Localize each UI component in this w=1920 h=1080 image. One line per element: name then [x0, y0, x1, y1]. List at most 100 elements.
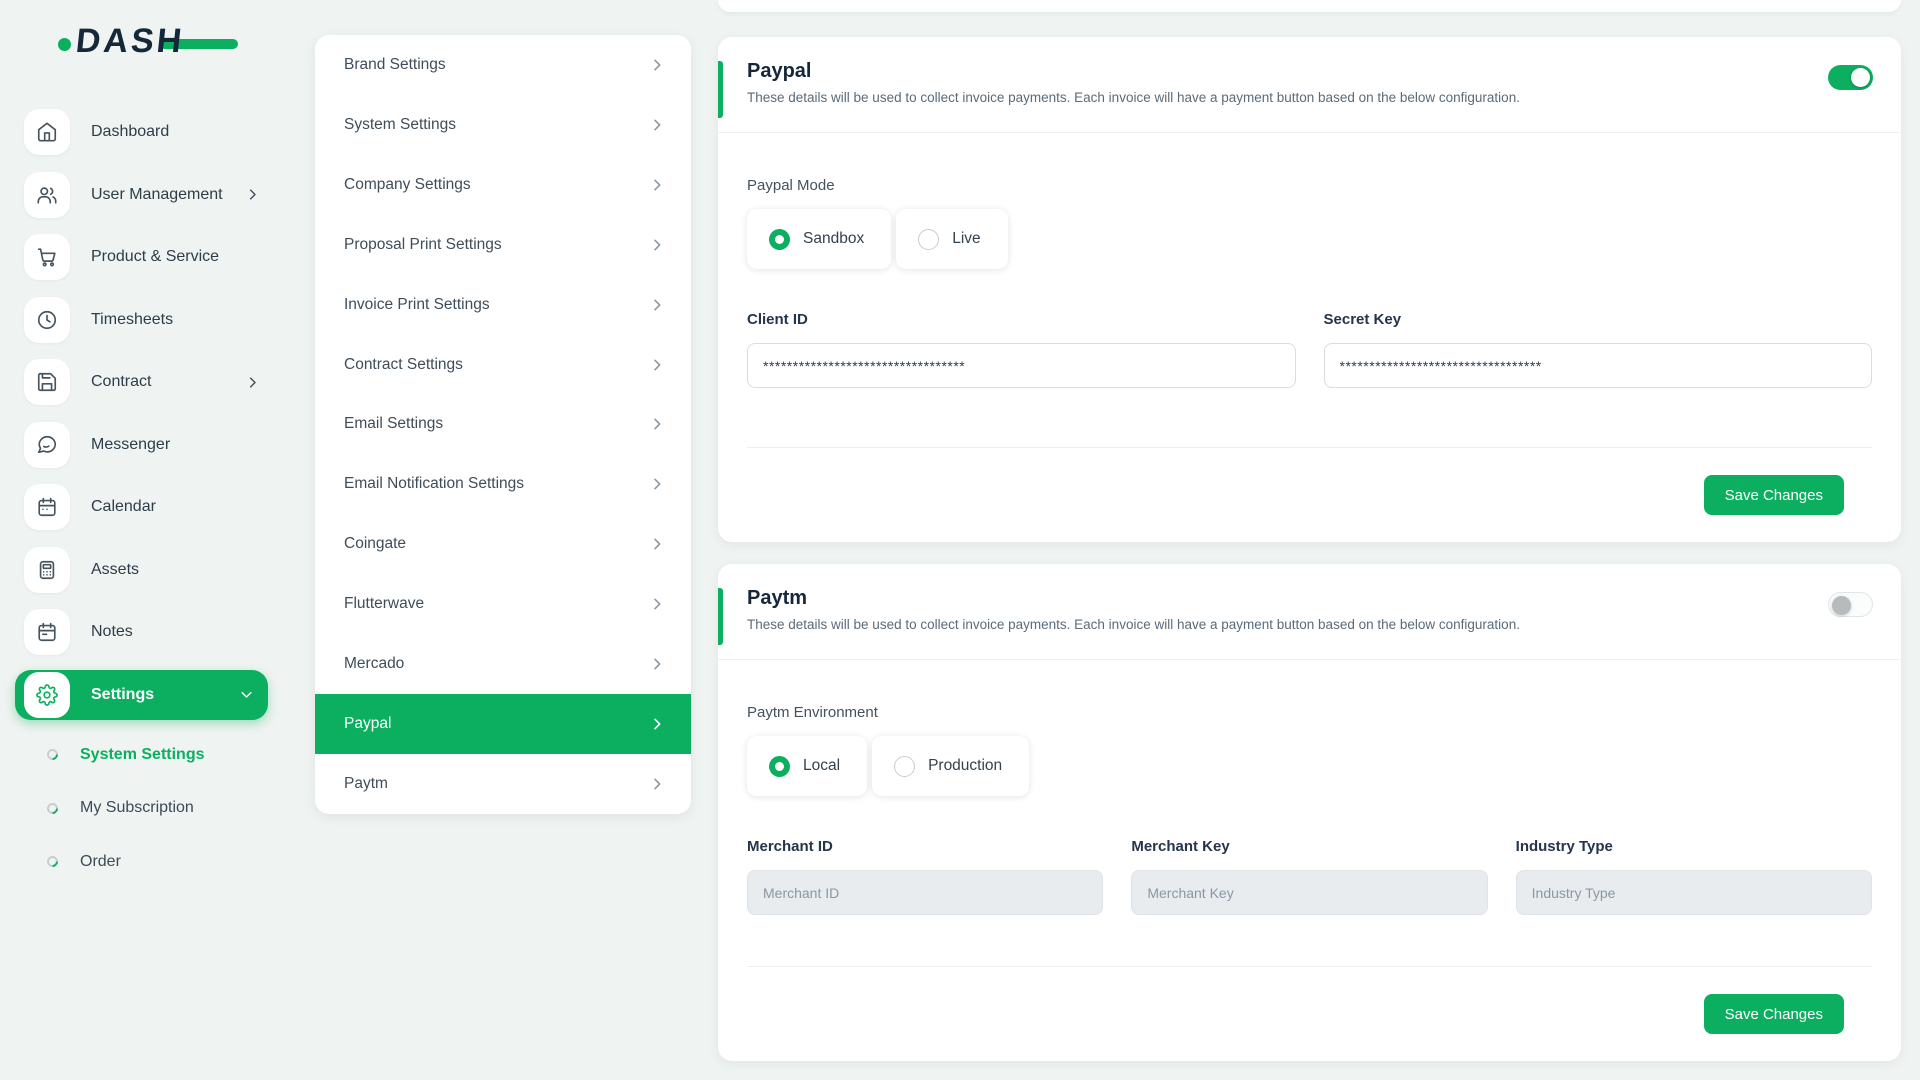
- logo-text: DASH: [74, 22, 186, 61]
- sidebar-item-user-management[interactable]: User Management: [0, 164, 290, 227]
- paytm-enabled-toggle[interactable]: [1828, 592, 1873, 617]
- toggle-knob: [1832, 596, 1851, 615]
- paypal-card-description: These details will be used to collect in…: [747, 89, 1520, 107]
- chevron-right-icon: [649, 656, 665, 672]
- sidebar-item-calendar[interactable]: Calendar: [0, 476, 290, 539]
- secret-key-input[interactable]: [1324, 343, 1873, 388]
- settings-menu-proposal-print-settings[interactable]: Proposal Print Settings: [315, 215, 691, 275]
- sub-item-my-subscription[interactable]: My Subscription: [0, 782, 290, 836]
- paytm-save-button[interactable]: Save Changes: [1704, 994, 1844, 1034]
- settings-menu-paypal[interactable]: Paypal: [315, 694, 691, 754]
- bullet-icon: [45, 800, 61, 816]
- sub-item-system-settings[interactable]: System Settings: [0, 728, 290, 782]
- paypal-mode-options: Sandbox Live: [747, 209, 1872, 269]
- sidebar-item-messenger[interactable]: Messenger: [0, 414, 290, 477]
- chevron-right-icon: [649, 536, 665, 552]
- sidebar-item-label: Timesheets: [91, 311, 173, 329]
- industry-type-input[interactable]: [1516, 870, 1872, 915]
- brand-logo: DASH: [58, 22, 228, 64]
- paypal-save-button[interactable]: Save Changes: [1704, 475, 1844, 515]
- sub-item-order[interactable]: Order: [0, 835, 290, 889]
- settings-menu-label: Flutterwave: [344, 595, 649, 613]
- sub-item-label: System Settings: [80, 746, 204, 764]
- chevron-right-icon: [649, 57, 665, 73]
- settings-menu-label: System Settings: [344, 116, 649, 134]
- settings-menu-email-settings[interactable]: Email Settings: [315, 395, 691, 455]
- paytm-env-local-option[interactable]: Local: [747, 736, 867, 796]
- chevron-right-icon: [649, 177, 665, 193]
- notes-icon: [24, 609, 70, 655]
- settings-menu-label: Invoice Print Settings: [344, 296, 649, 314]
- radio-label: Sandbox: [803, 230, 864, 248]
- settings-menu-label: Coingate: [344, 535, 649, 553]
- merchant-id-field-group: Merchant ID: [747, 838, 1103, 915]
- radio-unchecked-icon[interactable]: [918, 229, 939, 250]
- settings-menu-brand-settings[interactable]: Brand Settings: [315, 35, 691, 95]
- merchant-id-input[interactable]: [747, 870, 1103, 915]
- paytm-card: Paytm These details will be used to coll…: [718, 564, 1901, 1061]
- sidebar-item-contract[interactable]: Contract: [0, 351, 290, 414]
- settings-menu-label: Email Notification Settings: [344, 475, 649, 493]
- paytm-card-header: Paytm These details will be used to coll…: [718, 564, 1901, 660]
- radio-checked-icon[interactable]: [769, 756, 790, 777]
- logo-dot: [58, 38, 71, 51]
- sidebar-item-timesheets[interactable]: Timesheets: [0, 289, 290, 352]
- settings-menu-company-settings[interactable]: Company Settings: [315, 155, 691, 215]
- settings-menu-paytm[interactable]: Paytm: [315, 754, 691, 814]
- settings-menu-invoice-print-settings[interactable]: Invoice Print Settings: [315, 275, 691, 335]
- sidebar: DASH Dashboard User Management: [0, 0, 290, 1080]
- settings-menu-system-settings[interactable]: System Settings: [315, 95, 691, 155]
- home-icon: [24, 109, 70, 155]
- paytm-card-footer: Save Changes: [747, 966, 1872, 1061]
- paypal-fields: Client ID Secret Key: [747, 311, 1872, 388]
- toggle-knob: [1851, 68, 1870, 87]
- paypal-mode-sandbox-option[interactable]: Sandbox: [747, 209, 891, 269]
- paytm-environment-options: Local Production: [747, 736, 1872, 796]
- paytm-env-production-option[interactable]: Production: [872, 736, 1029, 796]
- chevron-right-icon: [649, 297, 665, 313]
- settings-menu-flutterwave[interactable]: Flutterwave: [315, 574, 691, 634]
- paypal-card-title: Paypal: [747, 58, 1520, 84]
- calculator-icon: [24, 547, 70, 593]
- settings-menu-panel: Brand Settings System Settings Company S…: [315, 35, 691, 814]
- settings-menu-email-notification-settings[interactable]: Email Notification Settings: [315, 454, 691, 514]
- radio-checked-icon[interactable]: [769, 229, 790, 250]
- chevron-right-icon: [649, 596, 665, 612]
- settings-menu-label: Brand Settings: [344, 56, 649, 74]
- sidebar-item-dashboard[interactable]: Dashboard: [0, 101, 290, 164]
- sidebar-nav: Dashboard User Management Product & Serv…: [0, 101, 290, 726]
- green-accent-bar: [718, 61, 723, 118]
- paypal-mode-live-option[interactable]: Live: [896, 209, 1007, 269]
- paytm-fields: Merchant ID Merchant Key Industry Type: [747, 838, 1872, 915]
- paytm-environment-label: Paytm Environment: [747, 704, 1872, 721]
- settings-menu-label: Contract Settings: [344, 356, 649, 374]
- sub-item-label: My Subscription: [80, 799, 194, 817]
- settings-menu-label: Proposal Print Settings: [344, 236, 649, 254]
- radio-unchecked-icon[interactable]: [894, 756, 915, 777]
- merchant-key-input[interactable]: [1131, 870, 1487, 915]
- sidebar-item-notes[interactable]: Notes: [0, 601, 290, 664]
- paypal-enabled-toggle[interactable]: [1828, 65, 1873, 90]
- client-id-input[interactable]: [747, 343, 1296, 388]
- chevron-right-icon: [649, 716, 665, 732]
- settings-menu-coingate[interactable]: Coingate: [315, 514, 691, 574]
- settings-menu-mercado[interactable]: Mercado: [315, 634, 691, 694]
- chevron-right-icon: [245, 375, 260, 390]
- chevron-right-icon: [649, 776, 665, 792]
- sidebar-item-settings[interactable]: Settings: [15, 670, 268, 720]
- sidebar-item-label: Assets: [91, 561, 139, 579]
- chevron-right-icon: [649, 357, 665, 373]
- industry-type-field-group: Industry Type: [1516, 838, 1872, 915]
- radio-label: Production: [928, 757, 1002, 775]
- sidebar-item-product-service[interactable]: Product & Service: [0, 226, 290, 289]
- settings-menu-contract-settings[interactable]: Contract Settings: [315, 335, 691, 395]
- sidebar-item-assets[interactable]: Assets: [0, 539, 290, 602]
- sidebar-item-label: Notes: [91, 623, 133, 641]
- chevron-right-icon: [649, 476, 665, 492]
- app-root: DASH Dashboard User Management: [0, 0, 1920, 1080]
- chevron-right-icon: [649, 237, 665, 253]
- settings-menu-label: Mercado: [344, 655, 649, 673]
- sidebar-item-label: Calendar: [91, 498, 156, 516]
- secret-key-field-group: Secret Key: [1324, 311, 1873, 388]
- paytm-card-body: Paytm Environment Local Production Merch…: [718, 660, 1901, 1061]
